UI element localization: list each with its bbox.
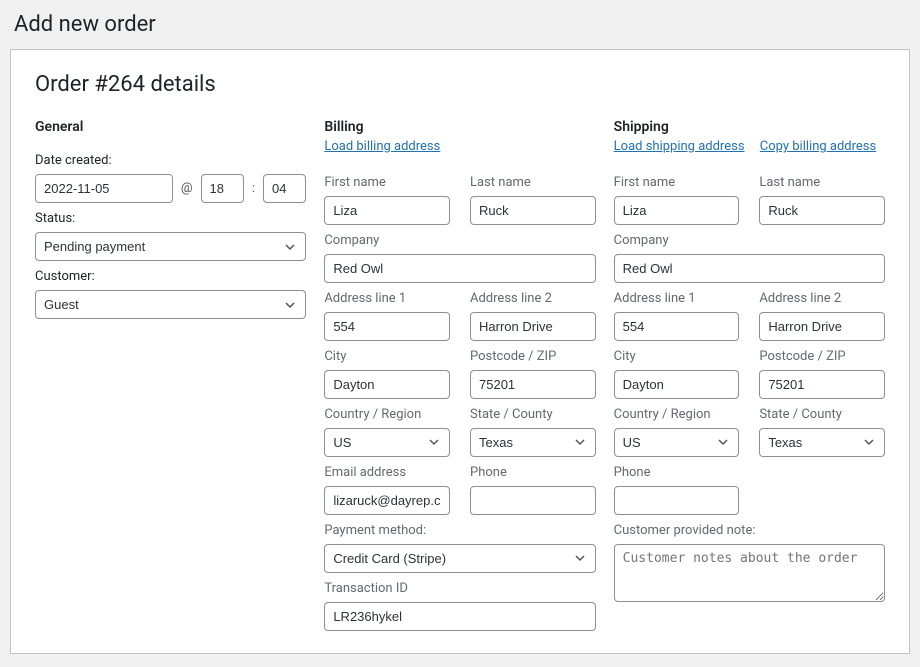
order-panel: Order #264 details General Date created:… (10, 49, 910, 654)
billing-payment-select[interactable]: Credit Card (Stripe) (324, 544, 595, 573)
billing-company-input[interactable] (324, 254, 595, 283)
billing-country-select[interactable]: US (324, 428, 450, 457)
billing-addr1-label: Address line 1 (324, 291, 450, 306)
billing-txn-label: Transaction ID (324, 581, 595, 596)
date-hour-input[interactable] (201, 174, 244, 203)
date-at-label: @ (181, 181, 193, 196)
billing-first-name-input[interactable] (324, 196, 450, 225)
billing-city-input[interactable] (324, 370, 450, 399)
billing-state-select[interactable]: Texas (470, 428, 596, 457)
shipping-first-name-label: First name (614, 175, 740, 190)
shipping-addr1-label: Address line 1 (614, 291, 740, 306)
customer-label: Customer: (35, 269, 306, 284)
shipping-note-label: Customer provided note: (614, 523, 885, 538)
billing-first-name-label: First name (324, 175, 450, 190)
general-heading: General (35, 119, 306, 135)
date-created-label: Date created: (35, 153, 306, 168)
shipping-country-label: Country / Region (614, 407, 740, 422)
shipping-note-textarea[interactable] (614, 544, 885, 602)
shipping-city-label: City (614, 349, 740, 364)
shipping-country-select[interactable]: US (614, 428, 740, 457)
billing-addr2-input[interactable] (470, 312, 596, 341)
billing-addr2-label: Address line 2 (470, 291, 596, 306)
copy-billing-address-link[interactable]: Copy billing address (760, 139, 876, 154)
page-heading: Add new order (14, 12, 910, 37)
billing-last-name-input[interactable] (470, 196, 596, 225)
shipping-company-input[interactable] (614, 254, 885, 283)
billing-city-label: City (324, 349, 450, 364)
billing-column: Billing Load billing address First name … (324, 119, 595, 631)
shipping-last-name-label: Last name (759, 175, 885, 190)
customer-select[interactable]: Guest (35, 290, 306, 319)
status-select[interactable]: Pending payment (35, 232, 306, 261)
general-column: General Date created: @ : Status: Pendin… (35, 119, 306, 319)
shipping-state-select[interactable]: Texas (759, 428, 885, 457)
shipping-addr1-input[interactable] (614, 312, 740, 341)
billing-email-input[interactable] (324, 486, 450, 515)
load-billing-address-link[interactable]: Load billing address (324, 139, 440, 154)
billing-company-label: Company (324, 233, 595, 248)
billing-heading: Billing (324, 119, 595, 135)
shipping-city-input[interactable] (614, 370, 740, 399)
billing-country-label: Country / Region (324, 407, 450, 422)
shipping-addr2-label: Address line 2 (759, 291, 885, 306)
billing-phone-label: Phone (470, 465, 596, 480)
billing-email-label: Email address (324, 465, 450, 480)
date-created-input[interactable] (35, 174, 173, 203)
shipping-first-name-input[interactable] (614, 196, 740, 225)
billing-postcode-input[interactable] (470, 370, 596, 399)
shipping-company-label: Company (614, 233, 885, 248)
shipping-heading: Shipping (614, 119, 885, 135)
billing-state-label: State / County (470, 407, 596, 422)
billing-postcode-label: Postcode / ZIP (470, 349, 596, 364)
billing-txn-input[interactable] (324, 602, 595, 631)
shipping-phone-label: Phone (614, 465, 740, 480)
load-shipping-address-link[interactable]: Load shipping address (614, 139, 745, 154)
shipping-postcode-input[interactable] (759, 370, 885, 399)
shipping-column: Shipping Load shipping address Copy bill… (614, 119, 885, 606)
billing-phone-input[interactable] (470, 486, 596, 515)
date-minute-input[interactable] (263, 174, 306, 203)
status-label: Status: (35, 211, 306, 226)
billing-addr1-input[interactable] (324, 312, 450, 341)
shipping-phone-input[interactable] (614, 486, 740, 515)
shipping-postcode-label: Postcode / ZIP (759, 349, 885, 364)
shipping-state-label: State / County (759, 407, 885, 422)
billing-last-name-label: Last name (470, 175, 596, 190)
shipping-addr2-input[interactable] (759, 312, 885, 341)
order-title: Order #264 details (35, 72, 885, 97)
billing-payment-label: Payment method: (324, 523, 595, 538)
shipping-last-name-input[interactable] (759, 196, 885, 225)
date-colon: : (252, 181, 255, 196)
